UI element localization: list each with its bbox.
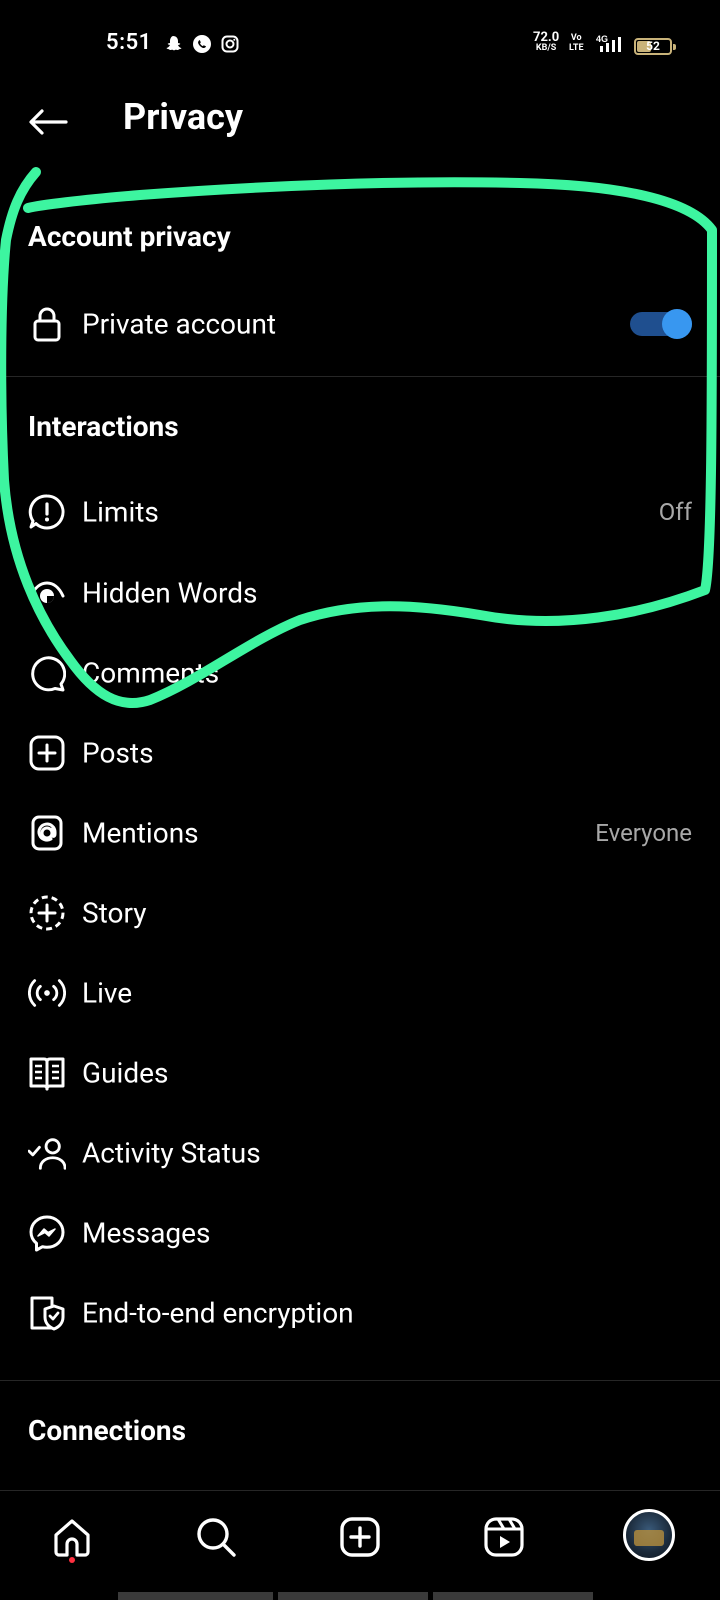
volte-top: Vo (570, 33, 582, 43)
row-activity-status[interactable]: Activity Status (0, 1113, 720, 1193)
divider (0, 376, 720, 377)
lock-icon (28, 305, 66, 343)
mentions-value: Everyone (595, 819, 692, 847)
notification-dot (69, 1557, 75, 1563)
bottom-nav (0, 1490, 720, 1582)
at-icon (28, 814, 66, 852)
page-title: Privacy (123, 96, 244, 138)
battery-icon: 52 (634, 38, 676, 55)
story-add-icon (28, 894, 66, 932)
private-account-toggle[interactable] (630, 309, 692, 339)
back-arrow-icon (29, 109, 68, 135)
messenger-icon (28, 1214, 66, 1252)
profile-avatar[interactable] (623, 1509, 675, 1561)
shield-lock-icon (28, 1294, 66, 1332)
status-time: 5:51 (106, 30, 152, 55)
live-icon (28, 974, 66, 1012)
gesture-bar (118, 1592, 273, 1600)
comment-icon (28, 654, 66, 692)
snapchat-icon (163, 34, 183, 54)
private-account-label: Private account (82, 307, 277, 341)
hidden-words-icon (28, 574, 66, 612)
mentions-label: Mentions (82, 816, 199, 850)
posts-label: Posts (82, 736, 154, 770)
limits-label: Limits (82, 495, 159, 529)
row-private-account[interactable]: Private account (0, 284, 720, 364)
activity-status-label: Activity Status (82, 1136, 261, 1170)
row-live[interactable]: Live (0, 953, 720, 1033)
story-label: Story (82, 896, 147, 930)
search-icon (197, 1518, 236, 1557)
header: Privacy (0, 90, 720, 150)
row-comments[interactable]: Comments (0, 633, 720, 713)
volte-bottom: LTE (569, 43, 584, 53)
activity-status-icon (28, 1134, 66, 1172)
comments-label: Comments (82, 656, 220, 690)
status-notification-icons (163, 34, 239, 54)
gesture-bar (433, 1592, 593, 1600)
row-hidden-words[interactable]: Hidden Words (0, 553, 720, 633)
row-guides[interactable]: Guides (0, 1033, 720, 1113)
status-bar: 5:51 72.0 KB/S Vo LTE 4G 52 (0, 0, 720, 92)
row-story[interactable]: Story (0, 873, 720, 953)
nav-create[interactable] (336, 1513, 384, 1561)
row-end-to-end-encryption[interactable]: End-to-end encryption (0, 1273, 720, 1353)
create-icon (340, 1517, 380, 1557)
whatsapp-icon (192, 34, 212, 54)
row-posts[interactable]: Posts (0, 713, 720, 793)
back-button[interactable] (26, 102, 70, 142)
nav-search[interactable] (192, 1513, 240, 1561)
row-mentions[interactable]: Mentions Everyone (0, 793, 720, 873)
battery-level: 52 (646, 39, 660, 53)
nav-home[interactable] (48, 1513, 96, 1561)
reels-icon (484, 1517, 524, 1557)
guides-label: Guides (82, 1056, 169, 1090)
end-to-end-encryption-label: End-to-end encryption (82, 1296, 354, 1330)
svg-text:4G: 4G (596, 34, 608, 44)
limits-icon (28, 493, 66, 531)
gesture-bar (278, 1592, 428, 1600)
live-label: Live (82, 976, 133, 1010)
row-messages[interactable]: Messages (0, 1193, 720, 1273)
section-title-account-privacy: Account privacy (28, 220, 231, 253)
section-title-connections: Connections (28, 1414, 186, 1447)
divider (0, 1380, 720, 1381)
instagram-icon (221, 35, 239, 53)
plus-square-icon (28, 734, 66, 772)
signal-icon: 4G (596, 32, 630, 60)
volte-indicator: Vo LTE (569, 33, 584, 53)
row-limits[interactable]: Limits Off (0, 472, 720, 552)
guides-icon (28, 1054, 66, 1092)
section-title-interactions: Interactions (28, 410, 179, 443)
limits-value: Off (658, 498, 692, 526)
hidden-words-label: Hidden Words (82, 576, 258, 610)
nav-reels[interactable] (480, 1513, 528, 1561)
home-icon (54, 1519, 90, 1557)
network-speed-unit: KB/S (535, 43, 557, 53)
privacy-screen: 5:51 72.0 KB/S Vo LTE 4G 52 Privacy Acco… (0, 0, 720, 1600)
messages-label: Messages (82, 1216, 211, 1250)
network-speed: 72.0 KB/S (533, 31, 559, 54)
